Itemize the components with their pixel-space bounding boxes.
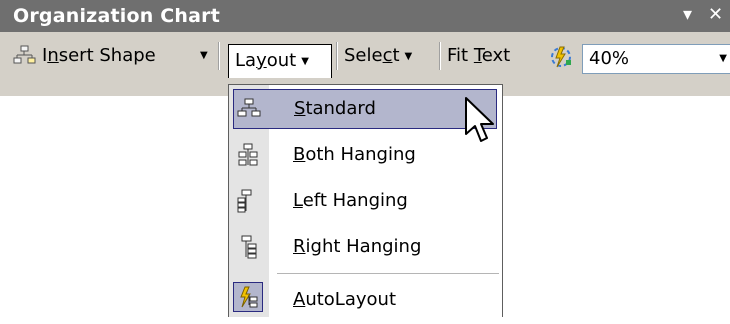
menu-item-label: AutoLayout	[293, 289, 396, 310]
title-bar[interactable]: Organization Chart ▾ ✕	[0, 0, 730, 32]
zoom-value: 40%	[589, 48, 630, 69]
layout-standard-icon	[237, 98, 261, 117]
layout-left-hanging-icon	[237, 189, 252, 213]
select-menu-button[interactable]: Select ▼	[344, 42, 412, 70]
menu-item-label: Both Hanging	[293, 144, 416, 165]
layout-right-hanging-icon	[241, 235, 257, 259]
menu-item-left-hanging[interactable]: Left Hanging	[229, 179, 502, 225]
autoformat-icon[interactable]	[548, 44, 574, 70]
zoom-dropdown-arrow[interactable]: ▼	[719, 48, 727, 70]
toolbar-separator	[218, 42, 220, 70]
close-button[interactable]: ✕	[708, 4, 723, 26]
insert-shape-dropdown-arrow[interactable]: ▼	[200, 42, 208, 70]
window-title: Organization Chart	[13, 5, 220, 27]
toolbar-separator	[439, 42, 441, 70]
menu-separator	[277, 273, 499, 274]
autolayout-icon	[240, 286, 258, 308]
toolbar-separator	[336, 42, 338, 70]
menu-item-right-hanging[interactable]: Right Hanging	[229, 225, 502, 271]
insert-shape-label: Insert Shape	[42, 45, 156, 66]
mouse-cursor-icon	[465, 97, 494, 142]
menu-item-label: Left Hanging	[293, 190, 408, 211]
layout-both-hanging-icon	[238, 143, 258, 166]
select-dropdown-arrow: ▼	[404, 51, 413, 62]
org-chart-toolbar-window: Organization Chart ▾ ✕ Insert Shape ▼ La…	[0, 0, 730, 96]
menu-item-label: Standard	[294, 98, 376, 119]
toolbar-options-button[interactable]: ▾	[683, 4, 692, 26]
menu-item-label: Right Hanging	[293, 236, 422, 257]
zoom-combobox[interactable]: 40% ▼	[582, 44, 730, 74]
insert-shape-icon	[13, 45, 36, 64]
menu-item-autolayout[interactable]: AutoLayout	[229, 278, 502, 324]
layout-dropdown-arrow: ▼	[301, 56, 309, 67]
fit-text-button[interactable]: Fit Text	[447, 42, 510, 70]
menu-item-both-hanging[interactable]: Both Hanging	[229, 133, 502, 179]
menu-item-standard[interactable]: Standard	[233, 89, 497, 129]
layout-dropdown-menu: Standard Both Hanging Left Hanging Right…	[228, 84, 503, 317]
layout-menu-button[interactable]: Layout ▼	[228, 44, 332, 78]
